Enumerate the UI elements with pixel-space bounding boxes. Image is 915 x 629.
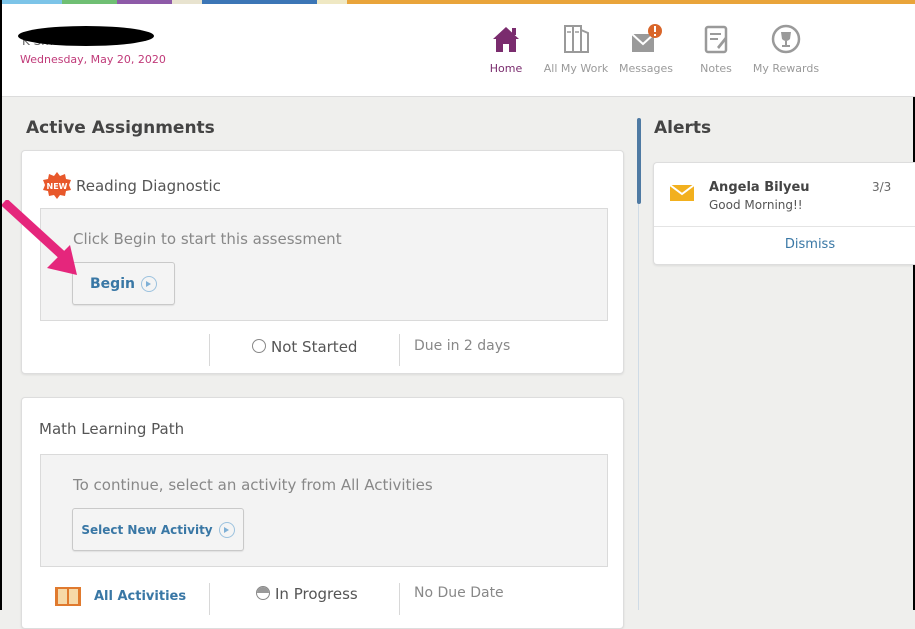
assignment-title: Math Learning Path bbox=[39, 420, 185, 438]
main-nav: Home All My Work Messages Notes My Rewar… bbox=[472, 22, 822, 75]
status-label: In Progress bbox=[275, 585, 358, 603]
new-badge-icon: NEW bbox=[43, 172, 71, 199]
alert-card: Angela Bilyeu 3/3 Good Morning!! Dismiss bbox=[653, 162, 915, 265]
divider bbox=[399, 334, 400, 366]
assignment-header: NEW Reading Diagnostic bbox=[42, 171, 221, 201]
new-badge-text: NEW bbox=[47, 182, 68, 191]
nav-all-my-work-label: All My Work bbox=[543, 62, 609, 75]
divider bbox=[654, 226, 915, 227]
alert-sender: Angela Bilyeu bbox=[709, 180, 810, 195]
dismiss-button[interactable]: Dismiss bbox=[654, 237, 915, 252]
assignment-title: Reading Diagnostic bbox=[76, 177, 221, 195]
select-new-activity-label: Select New Activity bbox=[81, 522, 213, 537]
assignment-action-panel: Click Begin to start this assessment Beg… bbox=[40, 208, 608, 321]
all-activities-label: All Activities bbox=[94, 588, 187, 604]
assignment-instruction: To continue, select an activity from All… bbox=[73, 476, 433, 494]
divider bbox=[399, 583, 400, 615]
arrow-right-circle-icon bbox=[140, 275, 157, 292]
half-circle-icon bbox=[256, 586, 270, 600]
status-label: Not Started bbox=[271, 338, 358, 356]
assignment-instruction: Click Begin to start this assessment bbox=[73, 230, 342, 248]
nav-home-label: Home bbox=[489, 62, 523, 75]
status-not-started: Not Started bbox=[252, 338, 357, 356]
divider bbox=[209, 334, 210, 366]
binders-icon bbox=[564, 25, 589, 53]
nav-all-my-work[interactable]: All My Work bbox=[542, 22, 610, 75]
due-text: No Due Date bbox=[414, 585, 504, 601]
assignment-card-reading: NEW Reading Diagnostic Click Begin to st… bbox=[21, 150, 624, 374]
nav-home[interactable]: Home bbox=[472, 22, 540, 75]
due-text: Due in 2 days bbox=[414, 338, 511, 354]
annotation-arrow bbox=[2, 200, 77, 275]
alert-message: Good Morning!! bbox=[709, 198, 803, 212]
nav-my-rewards[interactable]: My Rewards bbox=[752, 22, 820, 75]
select-new-activity-button[interactable]: Select New Activity bbox=[72, 508, 244, 551]
scrollbar-thumb[interactable] bbox=[637, 118, 641, 204]
trophy-icon bbox=[771, 24, 801, 54]
active-assignments-title: Active Assignments bbox=[26, 118, 215, 138]
all-activities-link[interactable]: All Activities bbox=[54, 585, 186, 607]
home-icon bbox=[493, 27, 519, 52]
alert-date: 3/3 bbox=[872, 180, 892, 194]
status-in-progress: In Progress bbox=[256, 585, 358, 603]
assignment-action-panel: To continue, select an activity from All… bbox=[40, 454, 608, 567]
current-date: Wednesday, May 20, 2020 bbox=[20, 53, 166, 66]
nav-notes[interactable]: Notes bbox=[682, 22, 750, 75]
envelope-alert-icon bbox=[631, 24, 662, 52]
alerts-title: Alerts bbox=[654, 118, 712, 138]
notes-icon bbox=[704, 25, 728, 54]
assignment-card-math: Math Learning Path To continue, select a… bbox=[21, 397, 624, 629]
nav-my-rewards-label: My Rewards bbox=[752, 62, 820, 75]
envelope-icon bbox=[670, 184, 694, 201]
arrow-right-circle-icon bbox=[218, 521, 235, 538]
nav-notes-label: Notes bbox=[700, 62, 732, 75]
app-header: K Sm h Wednesday, May 20, 2020 Home All … bbox=[2, 4, 915, 97]
nav-messages[interactable]: Messages bbox=[612, 22, 680, 75]
status-circle-icon bbox=[252, 339, 266, 353]
begin-button-label: Begin bbox=[90, 275, 135, 292]
book-icon bbox=[55, 587, 81, 606]
nav-messages-label: Messages bbox=[619, 62, 673, 75]
divider bbox=[209, 583, 210, 615]
redaction-mark bbox=[18, 26, 154, 46]
